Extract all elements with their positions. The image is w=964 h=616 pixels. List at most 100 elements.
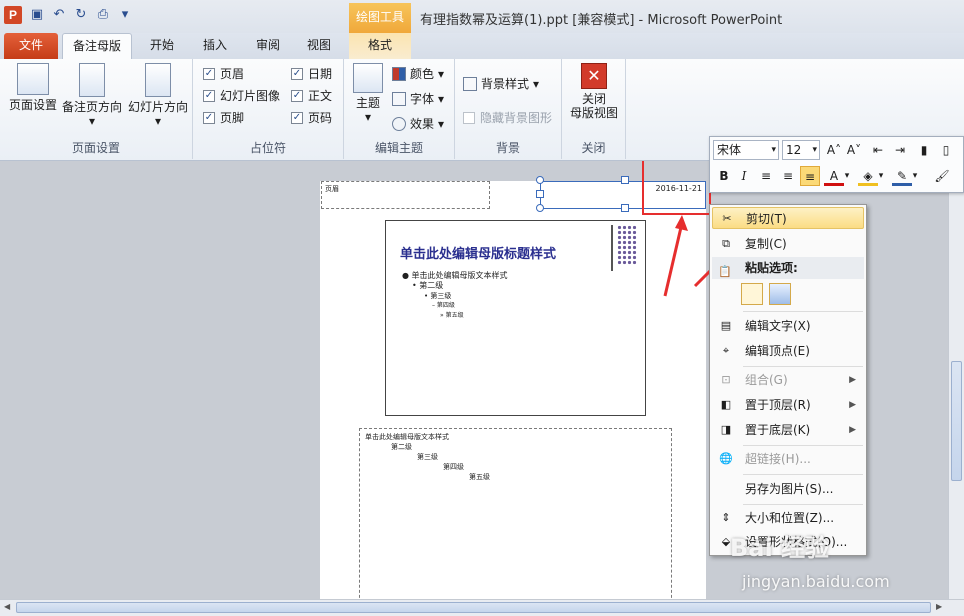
menu-item-cut-label: 剪切(T) bbox=[746, 212, 787, 226]
align-center-icon[interactable]: ≡ bbox=[778, 166, 798, 186]
tab-insert[interactable]: 插入 bbox=[193, 33, 237, 59]
powerpoint-app-icon[interactable]: P bbox=[4, 6, 22, 24]
undo-icon[interactable]: ↶ bbox=[50, 6, 68, 24]
chevron-down-icon: ▾ bbox=[812, 145, 817, 155]
decrease-indent-icon[interactable]: ⇤ bbox=[868, 140, 888, 160]
font-name-combobox[interactable]: 宋体 ▾ bbox=[713, 140, 779, 160]
notes-level-1: 单击此处编辑母版文本样式 bbox=[365, 433, 449, 441]
menu-item-cut[interactable]: ✂ 剪切(T) bbox=[712, 207, 864, 229]
menu-item-edit-points[interactable]: ⌖ 编辑顶点(E) bbox=[712, 340, 864, 362]
slide-body: ● 单击此处编辑母版文本样式 • 第二级 • 第三级 – 第四级 » 第五级 bbox=[402, 271, 508, 321]
menu-item-send-to-back[interactable]: ◨ 置于底层(K) ▶ bbox=[712, 419, 864, 441]
menu-item-size-position[interactable]: ⇕ 大小和位置(Z)... bbox=[712, 507, 864, 529]
paste-options-label: 粘贴选项: bbox=[745, 261, 798, 275]
scroll-right-icon[interactable]: ▶ bbox=[936, 602, 942, 611]
checkbox-body[interactable]: ✓ 正文 bbox=[291, 87, 332, 104]
menu-item-bring-to-front[interactable]: ◧ 置于顶层(R) ▶ bbox=[712, 394, 864, 416]
customize-qat-icon[interactable]: ▾ bbox=[116, 6, 134, 24]
hide-background-label: 隐藏背景图形 bbox=[480, 111, 553, 125]
tab-view[interactable]: 视图 bbox=[297, 33, 341, 59]
themes-icon bbox=[353, 63, 383, 93]
header-placeholder[interactable]: 页眉 bbox=[321, 181, 490, 209]
menu-separator bbox=[743, 366, 863, 367]
selection-handle[interactable] bbox=[621, 204, 629, 212]
grow-font-icon[interactable]: A˄ bbox=[824, 140, 844, 160]
chevron-down-icon[interactable]: ▾ bbox=[842, 166, 852, 186]
themes-button[interactable]: 主题 ▾ bbox=[350, 63, 386, 124]
colors-label: 颜色 bbox=[410, 67, 435, 81]
bold-button[interactable]: B bbox=[714, 166, 734, 186]
placeholders-group-label: 占位符 bbox=[249, 141, 286, 155]
align-left-icon[interactable]: ≡ bbox=[756, 166, 776, 186]
quick-access-toolbar: ▣ ↶ ↻ ⎙ ▾ bbox=[28, 6, 134, 24]
close-icon: ✕ bbox=[581, 63, 607, 89]
theme-effects-button[interactable]: 效果 ▾ bbox=[392, 115, 444, 132]
chevron-down-icon: ▾ bbox=[154, 114, 162, 128]
close-group-label: 关闭 bbox=[581, 141, 606, 155]
checkbox-hide-background[interactable]: 隐藏背景图形 bbox=[463, 109, 552, 126]
menu-item-edit-text[interactable]: ▤ 编辑文字(X) bbox=[712, 315, 864, 337]
vertical-scroll-thumb[interactable] bbox=[951, 361, 962, 481]
selection-handle[interactable] bbox=[536, 204, 544, 212]
slide-body-level-5-text: 第五级 bbox=[445, 312, 464, 319]
menu-item-size-position-label: 大小和位置(Z)... bbox=[745, 511, 835, 525]
theme-colors-button[interactable]: 颜色 ▾ bbox=[392, 65, 444, 82]
checkbox-footer[interactable]: ✓ 页脚 bbox=[203, 109, 244, 126]
background-group-label: 背景 bbox=[495, 141, 520, 155]
tab-file[interactable]: 文件 bbox=[4, 33, 58, 59]
slide-image-placeholder[interactable]: 单击此处编辑母版标题样式 ● 单击此处编辑母版文本样式 • 第二级 • 第三级 … bbox=[385, 220, 646, 416]
selection-handle[interactable] bbox=[536, 176, 544, 184]
close-master-view-button[interactable]: ✕ 关闭 母版视图 bbox=[566, 63, 622, 120]
notes-orientation-button[interactable]: 备注页方向 ▾ bbox=[61, 63, 123, 128]
font-color-button[interactable]: A bbox=[824, 166, 844, 186]
increase-indent-icon[interactable]: ⇥ bbox=[890, 140, 910, 160]
page-setup-icon bbox=[17, 63, 49, 95]
shape-outline-icon[interactable]: ▯ bbox=[936, 140, 956, 160]
edit-text-icon: ▤ bbox=[720, 319, 732, 332]
save-icon[interactable]: ▣ bbox=[28, 6, 46, 24]
menu-item-group[interactable]: ⊡ 组合(G) ▶ bbox=[712, 369, 864, 391]
redo-icon[interactable]: ↻ bbox=[72, 6, 90, 24]
chevron-down-icon[interactable]: ▾ bbox=[876, 166, 886, 186]
checkbox-header[interactable]: ✓ 页眉 bbox=[203, 65, 244, 82]
tab-home[interactable]: 开始 bbox=[140, 33, 184, 59]
selection-handle[interactable] bbox=[621, 176, 629, 184]
shrink-font-icon[interactable]: A˅ bbox=[844, 140, 864, 160]
notes-body-placeholder[interactable]: 单击此处编辑母版文本样式 第二级 第三级 第四级 第五级 bbox=[359, 428, 672, 599]
paste-keep-source-icon[interactable] bbox=[741, 283, 763, 305]
checkbox-checked-icon: ✓ bbox=[291, 67, 303, 80]
font-size-combobox[interactable]: 12 ▾ bbox=[782, 140, 820, 160]
menu-item-hyperlink[interactable]: 🌐 超链接(H)... bbox=[712, 448, 864, 470]
format-painter-icon[interactable]: 🖌 bbox=[932, 166, 952, 186]
tab-notes-master[interactable]: 备注母版 bbox=[62, 33, 133, 59]
tab-review[interactable]: 审阅 bbox=[246, 33, 290, 59]
paste-picture-icon[interactable] bbox=[769, 283, 791, 305]
background-styles-button[interactable]: 背景样式 ▾ bbox=[463, 75, 539, 92]
red-arrow-1 bbox=[663, 222, 684, 297]
send-to-back-icon: ◨ bbox=[720, 423, 732, 436]
vertical-scrollbar[interactable]: ▲ bbox=[948, 161, 964, 599]
slide-orientation-button[interactable]: 幻灯片方向 ▾ bbox=[126, 63, 190, 128]
horizontal-scrollbar[interactable]: ◀ ▶ bbox=[0, 599, 964, 616]
print-preview-icon[interactable]: ⎙ bbox=[94, 6, 112, 24]
theme-fonts-button[interactable]: 字体 ▾ bbox=[392, 90, 444, 107]
slide-body-level-5: » 第五级 bbox=[440, 312, 464, 319]
page-setup-button[interactable]: 页面设置 bbox=[6, 63, 60, 112]
horizontal-scroll-thumb[interactable] bbox=[16, 602, 931, 613]
checkbox-date[interactable]: ✓ 日期 bbox=[291, 65, 332, 82]
fill-color-icon[interactable]: ◈ bbox=[858, 166, 878, 186]
tab-format[interactable]: 格式 bbox=[349, 33, 411, 59]
edit-theme-group-label: 编辑主题 bbox=[374, 141, 423, 155]
menu-item-copy[interactable]: ⧉ 复制(C) bbox=[712, 233, 864, 255]
chevron-down-icon[interactable]: ▾ bbox=[910, 166, 920, 186]
checkbox-checked-icon: ✓ bbox=[291, 89, 303, 102]
line-color-icon[interactable]: ✎ bbox=[892, 166, 912, 186]
shape-fill-icon[interactable]: ▮ bbox=[914, 140, 934, 160]
align-right-icon[interactable]: ≡ bbox=[800, 166, 820, 186]
scroll-left-icon[interactable]: ◀ bbox=[4, 602, 10, 611]
menu-item-save-as-picture[interactable]: 另存为图片(S)... bbox=[712, 478, 864, 500]
italic-button[interactable]: I bbox=[734, 166, 754, 186]
selection-handle[interactable] bbox=[536, 190, 544, 198]
checkbox-slide-image[interactable]: ✓ 幻灯片图像 bbox=[203, 87, 280, 104]
checkbox-page-number[interactable]: ✓ 页码 bbox=[291, 109, 332, 126]
